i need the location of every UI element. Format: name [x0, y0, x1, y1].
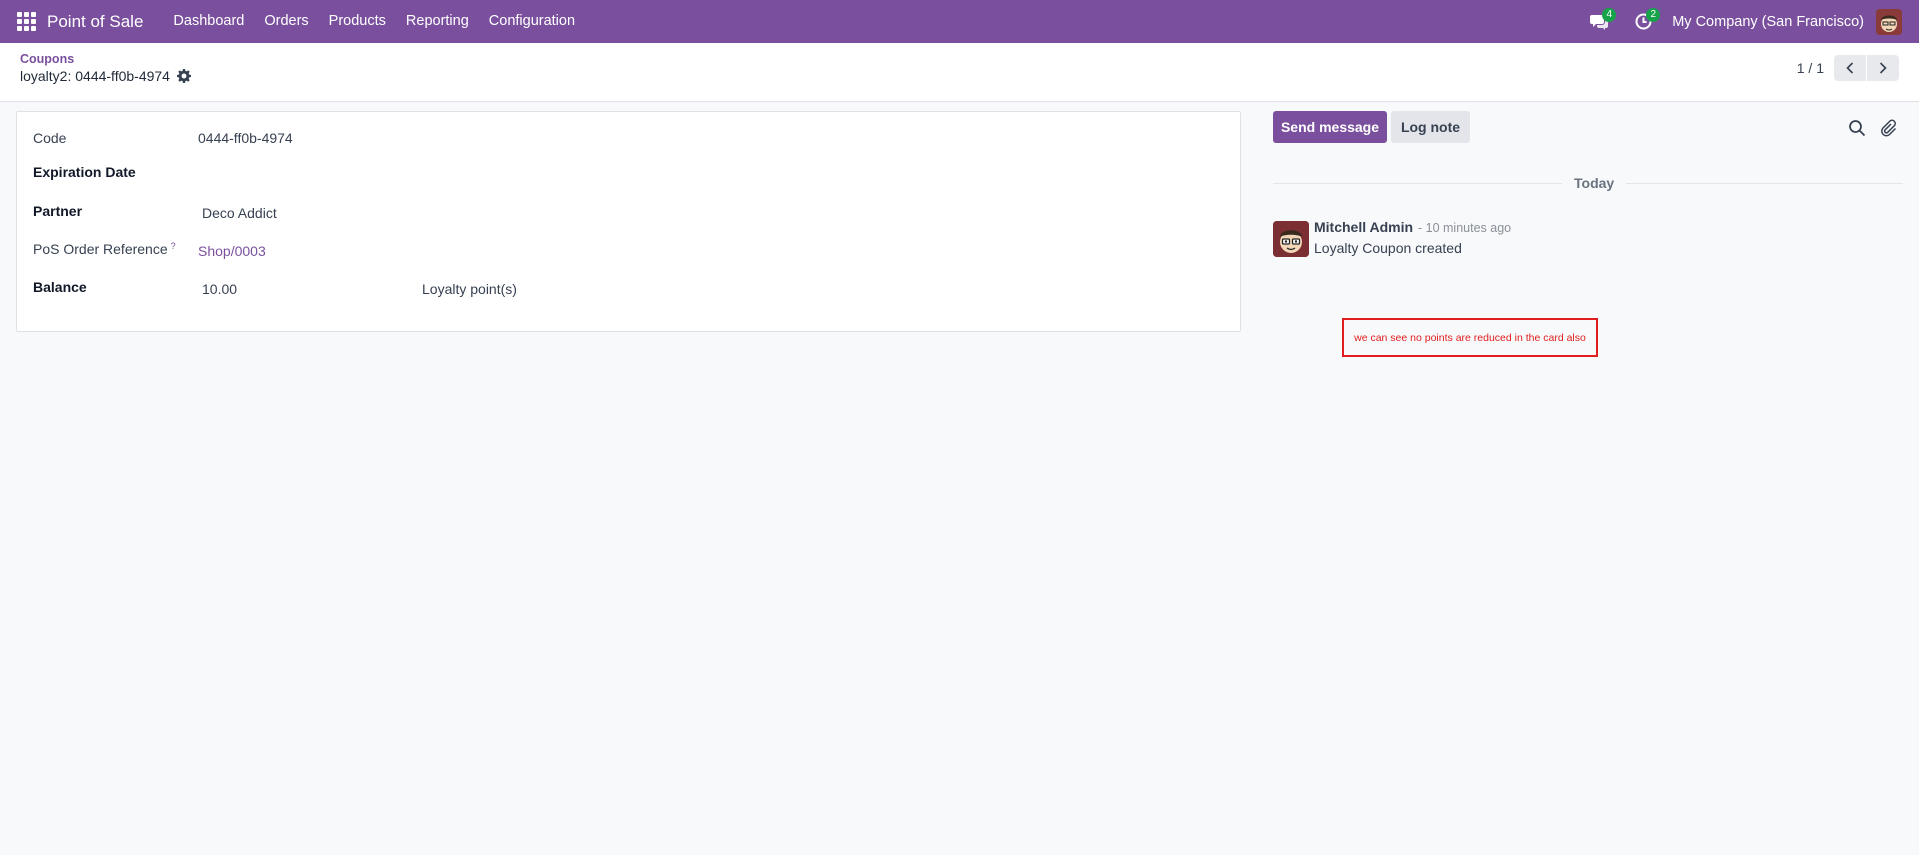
- pager-next-button[interactable]: [1867, 55, 1899, 81]
- log-note-button[interactable]: Log note: [1391, 111, 1470, 143]
- user-avatar[interactable]: [1876, 8, 1902, 35]
- search-icon[interactable]: [1848, 119, 1866, 137]
- app-brand[interactable]: Point of Sale: [47, 12, 143, 32]
- expiration-date-field[interactable]: [198, 164, 498, 182]
- paperclip-icon[interactable]: [1879, 119, 1897, 137]
- chevron-left-icon: [1846, 62, 1854, 74]
- message-timestamp: - 10 minutes ago: [1418, 221, 1512, 235]
- pos-order-reference-link[interactable]: Shop/0003: [198, 243, 266, 259]
- balance-label: Balance: [33, 279, 87, 295]
- record-title: loyalty2: 0444-ff0b-4974: [20, 68, 170, 84]
- pos-order-reference-label-text: PoS Order Reference: [33, 241, 168, 257]
- activities-menu[interactable]: 2: [1628, 0, 1661, 43]
- menu-item-reporting[interactable]: Reporting: [396, 0, 479, 43]
- pager: 1 / 1: [1797, 55, 1899, 81]
- message-body: Loyalty Coupon created: [1314, 240, 1462, 256]
- main-menu: Dashboard Orders Products Reporting Conf…: [163, 0, 585, 43]
- author-face-icon: [1273, 221, 1309, 257]
- messages-count-badge: 4: [1602, 8, 1617, 22]
- partner-label: Partner: [33, 203, 83, 219]
- systray: 4 2 My Company (San Francisco): [1584, 0, 1919, 43]
- message-author[interactable]: Mitchell Admin: [1314, 219, 1413, 235]
- partner-field[interactable]: Deco Addict: [202, 205, 277, 221]
- control-panel: Coupons loyalty2: 0444-ff0b-4974 1 / 1: [0, 43, 1919, 102]
- pager-previous-button[interactable]: [1834, 55, 1866, 81]
- pos-order-reference-label: PoS Order Reference?: [33, 241, 176, 257]
- breadcrumb-current: loyalty2: 0444-ff0b-4974: [20, 68, 191, 84]
- menu-item-products[interactable]: Products: [319, 0, 396, 43]
- menu-item-orders[interactable]: Orders: [254, 0, 318, 43]
- user-face-icon: [1876, 8, 1902, 35]
- chevron-right-icon: [1879, 62, 1887, 74]
- pager-value[interactable]: 1 / 1: [1797, 60, 1824, 76]
- menu-item-dashboard[interactable]: Dashboard: [163, 0, 254, 43]
- expiration-date-label: Expiration Date: [33, 164, 136, 180]
- form-sheet: Code 0444-ff0b-4974 Expiration Date Part…: [16, 111, 1241, 332]
- send-message-button[interactable]: Send message: [1273, 111, 1387, 143]
- gear-icon[interactable]: [176, 69, 191, 83]
- code-label: Code: [33, 130, 67, 146]
- date-separator-label: Today: [1562, 175, 1627, 191]
- breadcrumb-coupons-link[interactable]: Coupons: [20, 52, 74, 66]
- messaging-menu[interactable]: 4: [1584, 0, 1617, 43]
- menu-item-configuration[interactable]: Configuration: [479, 0, 585, 43]
- annotation-box: we can see no points are reduced in the …: [1342, 318, 1598, 357]
- balance-field[interactable]: 10.00: [202, 281, 237, 297]
- balance-unit: Loyalty point(s): [422, 281, 517, 297]
- apps-menu-icon[interactable]: [17, 11, 37, 32]
- message-author-avatar[interactable]: [1273, 221, 1309, 257]
- code-value[interactable]: 0444-ff0b-4974: [198, 130, 293, 146]
- top-navbar: Point of Sale Dashboard Orders Products …: [0, 0, 1919, 43]
- activities-count-badge: 2: [1646, 8, 1661, 22]
- help-tooltip-icon[interactable]: ?: [171, 241, 176, 251]
- company-switcher[interactable]: My Company (San Francisco): [1672, 14, 1864, 30]
